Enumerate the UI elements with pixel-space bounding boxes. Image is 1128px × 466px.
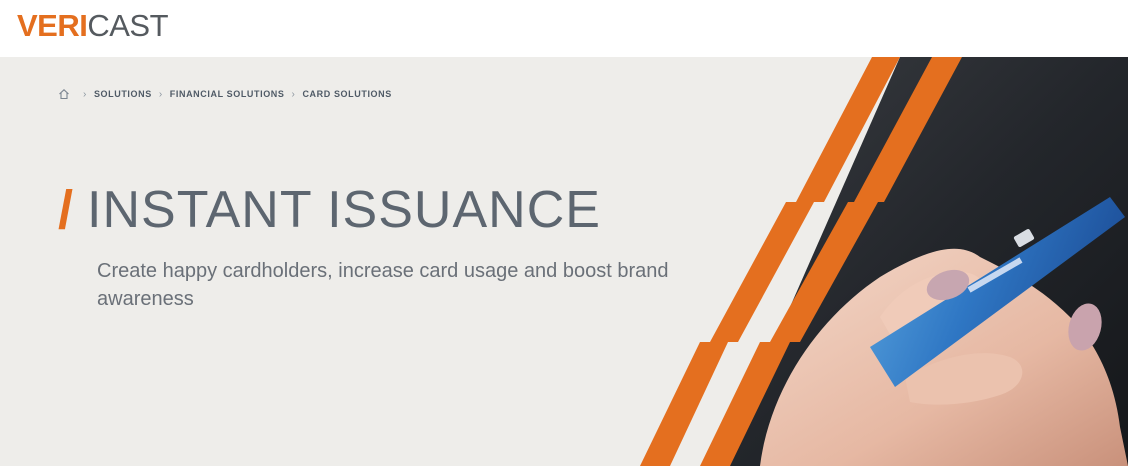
vericast-logo[interactable]: VERI CAST xyxy=(17,6,169,46)
breadcrumb-card-solutions-link[interactable]: CARD SOLUTIONS xyxy=(302,89,391,99)
page-title: INSTANT ISSUANCE xyxy=(87,181,601,239)
breadcrumb-separator: › xyxy=(158,88,163,100)
logo-text-light: CAST xyxy=(87,8,169,43)
breadcrumb-financial-solutions-link[interactable]: FINANCIAL SOLUTIONS xyxy=(170,89,285,99)
title-slash-accent: / xyxy=(58,180,74,240)
hero-title-row: / INSTANT ISSUANCE xyxy=(58,175,601,245)
breadcrumb-solutions-link[interactable]: SOLUTIONS xyxy=(94,89,152,99)
logo-text-bold: VERI xyxy=(17,8,88,43)
hero-subtitle: Create happy cardholders, increase card … xyxy=(97,260,669,310)
breadcrumb: › SOLUTIONS › FINANCIAL SOLUTIONS › CARD… xyxy=(58,87,392,101)
hero-banner: › SOLUTIONS › FINANCIAL SOLUTIONS › CARD… xyxy=(0,57,1128,466)
breadcrumb-separator: › xyxy=(291,88,296,100)
home-icon[interactable] xyxy=(58,88,70,100)
top-bar: VERI CAST xyxy=(0,0,1128,57)
breadcrumb-separator: › xyxy=(83,88,87,100)
